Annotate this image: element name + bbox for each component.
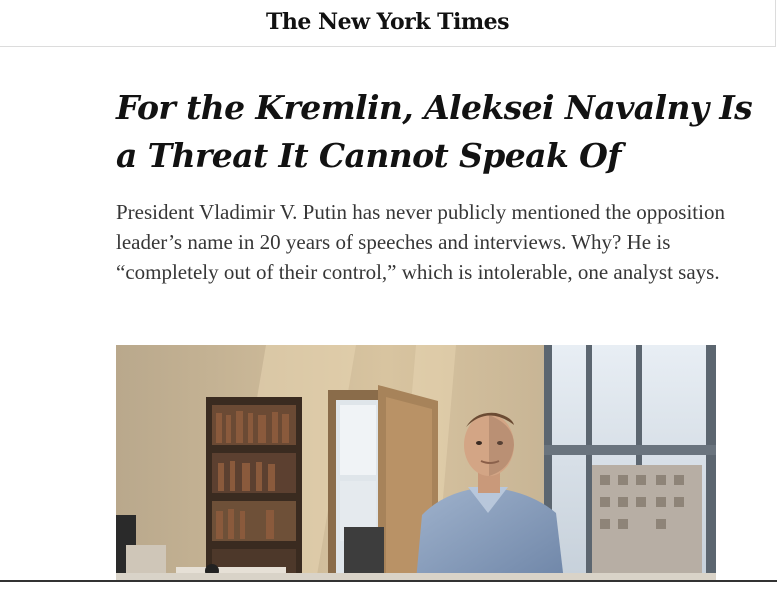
article-headline: For the Kremlin, Aleksei Navalny Is a Th… xyxy=(116,88,753,175)
lead-photo xyxy=(116,345,716,581)
article-page: The New York Times For the Kremlin, Alek… xyxy=(0,0,777,592)
lead-photo-image xyxy=(116,345,716,581)
bottom-divider xyxy=(0,580,777,582)
masthead: The New York Times xyxy=(0,0,776,47)
nyt-logo[interactable]: The New York Times xyxy=(0,9,775,35)
article-summary: President Vladimir V. Putin has never pu… xyxy=(116,200,725,284)
